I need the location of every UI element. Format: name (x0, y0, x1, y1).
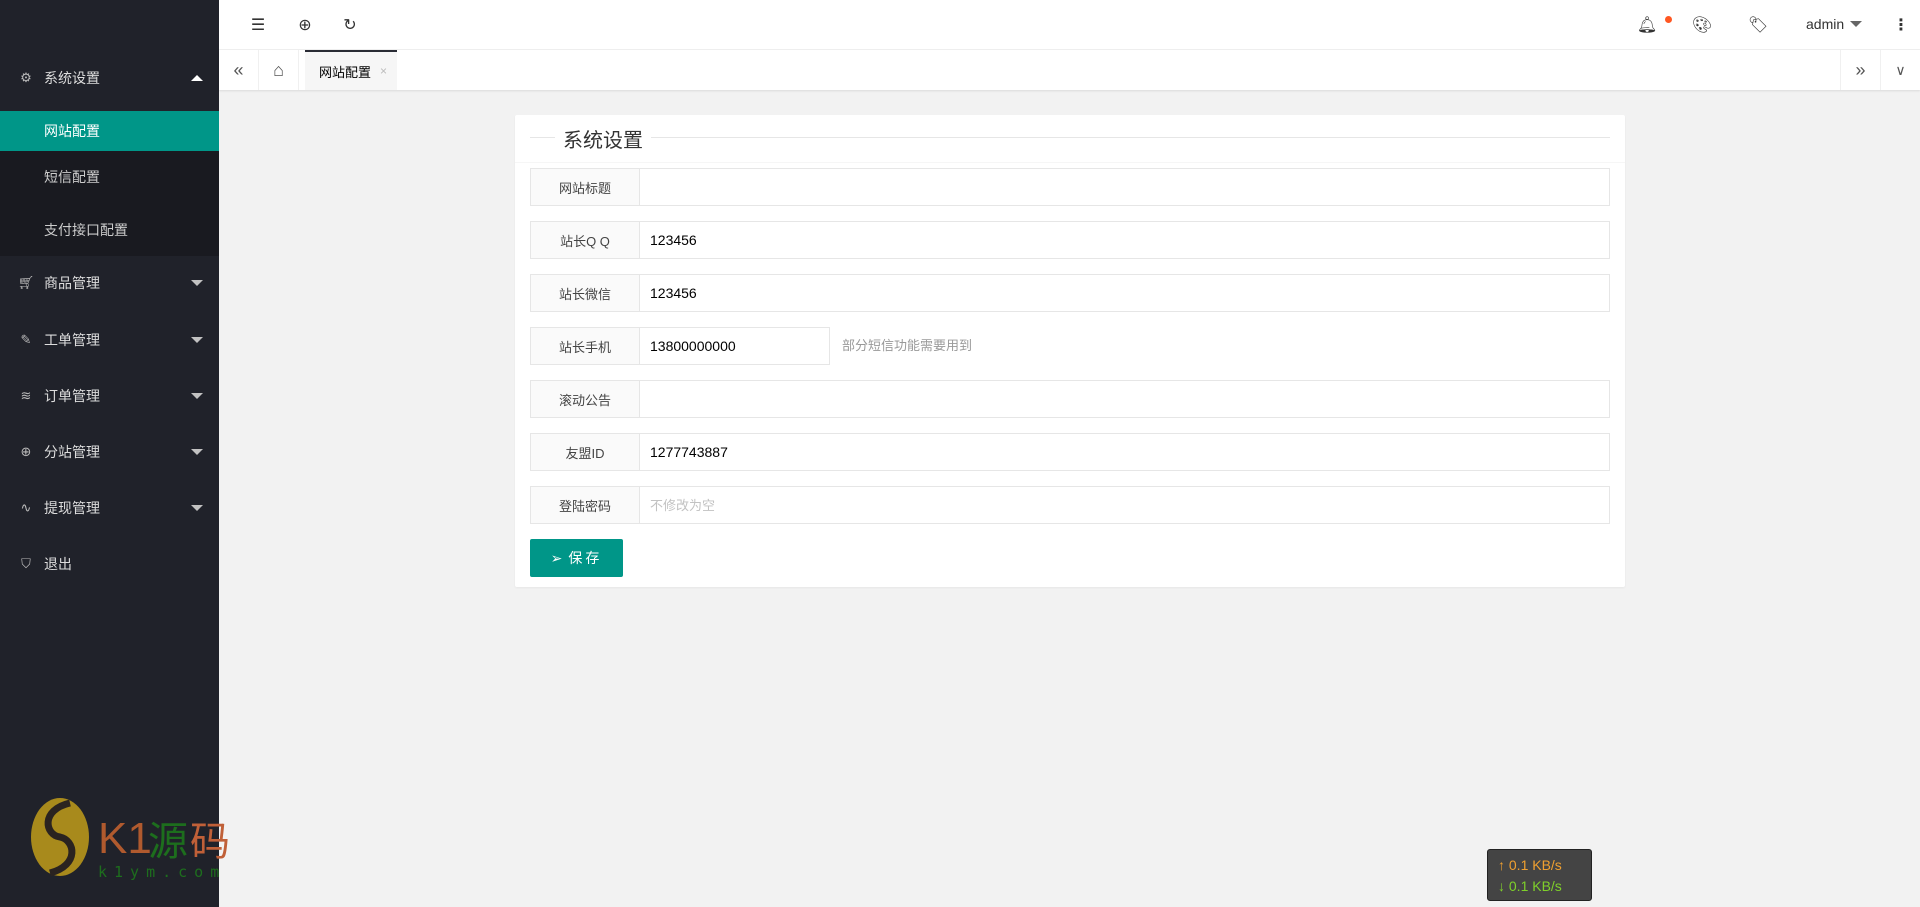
ticket-icon: ✎ (20, 332, 32, 347)
menu-label: 提现管理 (44, 500, 100, 516)
caret-down-icon (191, 505, 203, 511)
label: 短信配置 (44, 169, 100, 185)
top-header: ☰ ⊕ ↻ 🔔︎ 🎨︎ 🏷︎ admin ⋮ (219, 0, 1920, 50)
close-icon[interactable]: × (380, 64, 387, 78)
sidebar-item-site-config[interactable]: 网站配置 (0, 111, 219, 151)
svg-text:码: 码 (190, 819, 230, 865)
menu-label: 工单管理 (44, 332, 100, 348)
layers-icon: ≋ (20, 388, 32, 403)
palette-icon[interactable]: 🎨︎ (1692, 15, 1712, 35)
phone-hint: 部分短信功能需要用到 (842, 338, 973, 353)
field-site-title: 网站标题 (530, 168, 1610, 206)
upload-value: 0.1 KB/s (1508, 857, 1562, 873)
save-button[interactable]: ➢ 保存 (530, 539, 623, 577)
caret-down-icon (1850, 21, 1863, 27)
menu-label: 分站管理 (44, 444, 100, 460)
username: admin (1806, 16, 1845, 32)
globe-icon: ⊕ (20, 444, 32, 459)
send-icon: ➢ (550, 549, 563, 566)
menu-label: 订单管理 (44, 388, 100, 404)
cart-icon: 🛒︎ (17, 275, 35, 290)
field-label: 网站标题 (530, 168, 640, 206)
notification-dot (1665, 16, 1672, 23)
caret-down-icon (191, 393, 203, 399)
more-icon[interactable]: ⋮ (1891, 15, 1911, 35)
field-password: 登陆密码 (530, 486, 1610, 524)
menu-substations[interactable]: ⊕ 分站管理 (0, 424, 219, 480)
field-announcement: 滚动公告 (530, 380, 1610, 418)
menu-label: 系统设置 (44, 70, 100, 86)
field-label: 登陆密码 (530, 486, 640, 524)
globe-icon[interactable]: ⊕ (295, 15, 315, 35)
menu-withdrawals[interactable]: ∿ 提现管理 (0, 480, 219, 536)
tag-icon[interactable]: 🏷︎ (1748, 15, 1768, 35)
caret-up-icon (191, 75, 203, 81)
svg-text:k1ym.com: k1ym.com (98, 863, 226, 880)
field-umeng-id: 友盟ID (530, 433, 1610, 471)
field-label: 友盟ID (530, 433, 640, 471)
download-value: 0.1 KB/s (1508, 878, 1562, 894)
menu-label: 退出 (44, 556, 72, 572)
sidebar: ⚙ 系统设置 网站配置 短信配置 支付接口配置 🛒︎ 商品管理 ✎ 工单管理 ≋ 订单… (0, 0, 230, 907)
menu-orders[interactable]: ≋ 订单管理 (0, 368, 219, 424)
user-menu[interactable]: admin (1806, 16, 1863, 32)
net-speed-widget: ↑ 0.1 KB/s ↓ 0.1 KB/s (1487, 849, 1592, 901)
caret-down-icon (191, 280, 203, 286)
svg-text:K1: K1 (98, 814, 152, 863)
password-input[interactable] (640, 486, 1610, 524)
menu-products[interactable]: 🛒︎ 商品管理 (0, 255, 219, 311)
download-speed: ↓ 0.1 KB/s (1498, 878, 1562, 894)
chevron-down-icon[interactable]: ∨ (1880, 50, 1920, 90)
gear-icon: ⚙ (20, 70, 32, 85)
phone-input[interactable] (640, 327, 830, 365)
shield-check-icon: ⛉ (21, 556, 31, 571)
sidebar-item-payment-config[interactable]: 支付接口配置 (0, 203, 219, 256)
umeng-id-input[interactable] (640, 433, 1610, 471)
site-title-input[interactable] (640, 168, 1610, 206)
bell-icon[interactable]: 🔔︎ (1637, 15, 1657, 35)
tab-bar: « ⌂ 网站配置 × » ∨ (219, 50, 1920, 90)
field-label: 滚动公告 (530, 380, 640, 418)
upload-speed: ↑ 0.1 KB/s (1498, 857, 1562, 873)
field-label: 站长手机 (530, 327, 640, 365)
svg-text:源: 源 (148, 819, 188, 865)
field-label: 站长Q Q (530, 221, 640, 259)
field-wechat: 站长微信 (530, 274, 1610, 312)
refresh-icon[interactable]: ↻ (340, 15, 360, 35)
menu-tickets[interactable]: ✎ 工单管理 (0, 312, 219, 368)
collapse-menu-icon[interactable]: ☰ (248, 15, 268, 35)
card-legend: 系统设置 (530, 124, 1610, 161)
tab-label: 网站配置 (319, 64, 372, 80)
field-label: 站长微信 (530, 274, 640, 312)
menu-label: 商品管理 (44, 275, 100, 291)
scroll-right-icon[interactable]: » (1840, 50, 1880, 90)
home-icon[interactable]: ⌂ (259, 50, 299, 90)
label: 支付接口配置 (44, 221, 128, 238)
announcement-input[interactable] (640, 380, 1610, 418)
watermark-logo: K1 源 码 k1ym.com (31, 798, 230, 880)
settings-card: 系统设置 网站标题 站长Q Q 站长微信 站长手机 部分短信功能需要用到 滚动公告… (515, 115, 1625, 587)
field-qq: 站长Q Q (530, 221, 1610, 259)
scroll-left-icon[interactable]: « (219, 50, 259, 90)
caret-down-icon (191, 337, 203, 343)
tab-site-config[interactable]: 网站配置 × (305, 50, 397, 90)
submenu: 网站配置 短信配置 支付接口配置 (0, 111, 219, 256)
menu-logout[interactable]: ⛉ 退出 (0, 536, 219, 592)
wechat-input[interactable] (640, 274, 1610, 312)
pulse-icon: ∿ (20, 500, 32, 515)
field-phone: 站长手机 部分短信功能需要用到 (530, 327, 972, 365)
menu-system-settings[interactable]: ⚙ 系统设置 (0, 50, 219, 106)
qq-input[interactable] (640, 221, 1610, 259)
form-title: 系统设置 (555, 124, 651, 153)
save-label: 保存 (568, 550, 603, 566)
label: 网站配置 (44, 123, 100, 139)
caret-down-icon (191, 449, 203, 455)
sidebar-item-sms-config[interactable]: 短信配置 (0, 151, 219, 203)
